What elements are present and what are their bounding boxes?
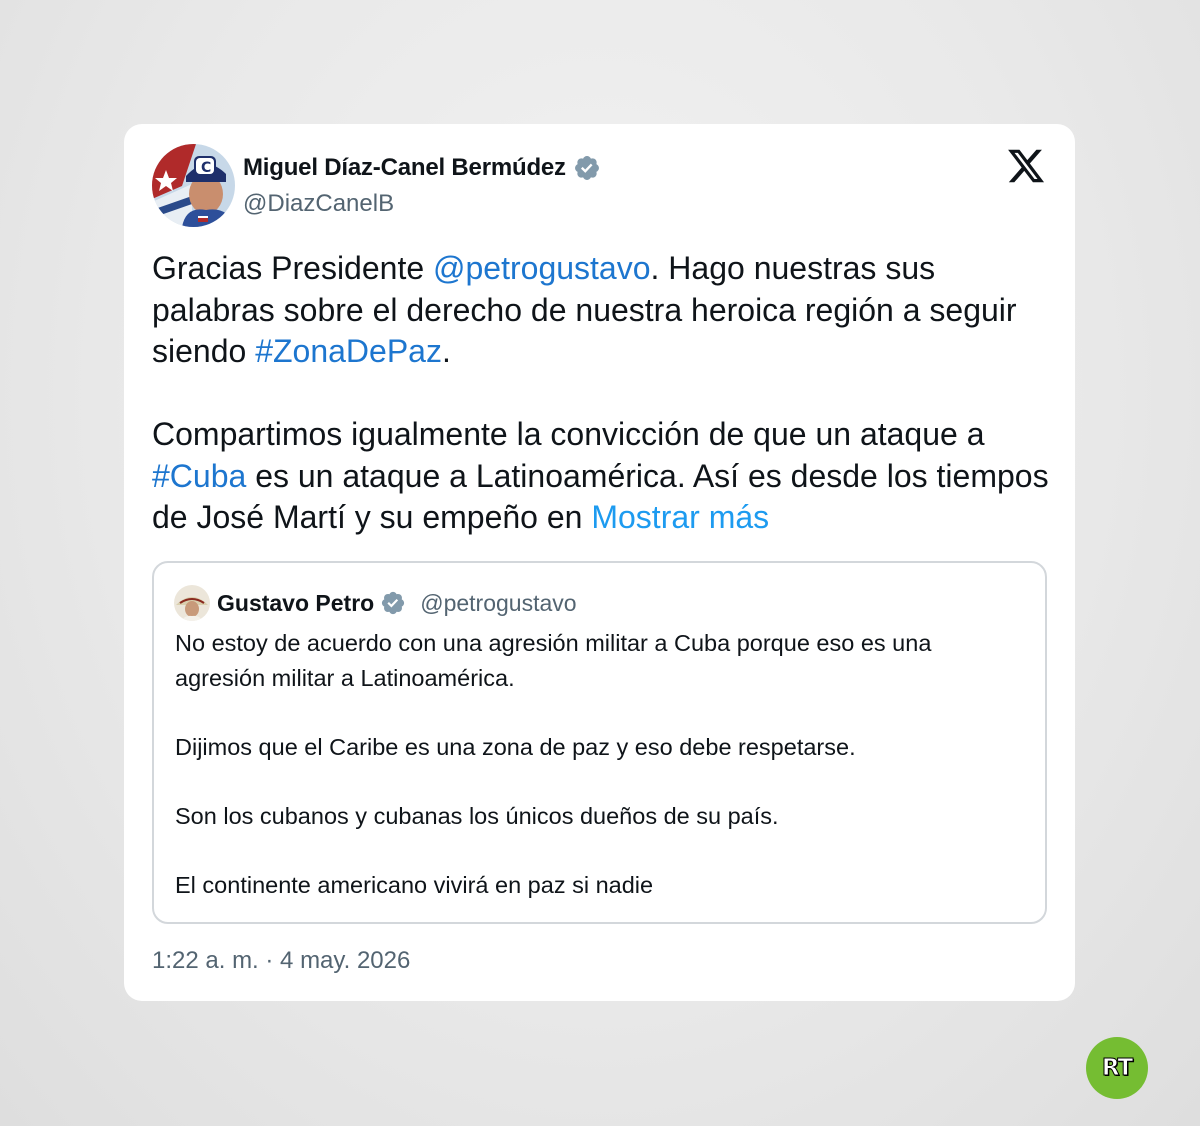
quoted-paragraph: No estoy de acuerdo con una agresión mil… (175, 630, 932, 691)
tweet-timestamp[interactable]: 1:22 a. m. · 4 may. 2026 (152, 947, 410, 975)
tweet-text-segment: Compartimos igualmente la convicción de … (152, 416, 985, 452)
verified-badge-icon (574, 156, 599, 180)
hashtag-link[interactable]: #ZonaDePaz (255, 333, 442, 369)
quoted-paragraph: El continente americano vivirá en paz si… (175, 871, 654, 898)
rt-logo: RT (1086, 1037, 1148, 1099)
tweet-text: Gracias Presidente @petrogustavo. Hago n… (152, 248, 1052, 539)
quoted-author-avatar (174, 585, 210, 621)
quoted-author-name: Gustavo Petro (217, 589, 375, 616)
verified-badge-icon (382, 591, 405, 615)
tweet-text-segment: Gracias Presidente (152, 250, 434, 286)
quoted-tweet[interactable]: Gustavo Petro @petrogustavo No estoy de … (152, 561, 1047, 924)
tweet-paragraph: Compartimos igualmente la convicción de … (152, 414, 1052, 539)
quoted-paragraph: Son los cubanos y cubanas los únicos due… (175, 802, 779, 829)
author-name[interactable]: Miguel Díaz-Canel Bermúdez (243, 154, 566, 182)
x-logo-icon[interactable] (1006, 146, 1046, 186)
quoted-tweet-header: Gustavo Petro @petrogustavo (217, 587, 577, 619)
hashtag-link[interactable]: #Cuba (152, 458, 246, 494)
author-handle[interactable]: @DiazCanelB (243, 190, 394, 218)
author-name-row: Miguel Díaz-Canel Bermúdez (243, 150, 601, 186)
rt-logo-label: RT (1101, 1055, 1133, 1082)
tweet-card: C Miguel Díaz-Canel Bermúdez @DiazCanelB… (124, 124, 1075, 1001)
show-more-link[interactable]: Mostrar más (591, 499, 769, 535)
author-avatar[interactable]: C (152, 144, 235, 227)
tweet-text-segment: . (441, 333, 451, 369)
quoted-tweet-text: No estoy de acuerdo con una agresión mil… (175, 626, 1025, 902)
quoted-author-handle: @petrogustavo (420, 589, 577, 616)
tweet-paragraph: Gracias Presidente @petrogustavo. Hago n… (152, 248, 1052, 373)
svg-text:C: C (201, 160, 211, 176)
mention-link[interactable]: @petrogustavo (433, 250, 651, 286)
quoted-paragraph: Dijimos que el Caribe es una zona de paz… (175, 733, 856, 760)
